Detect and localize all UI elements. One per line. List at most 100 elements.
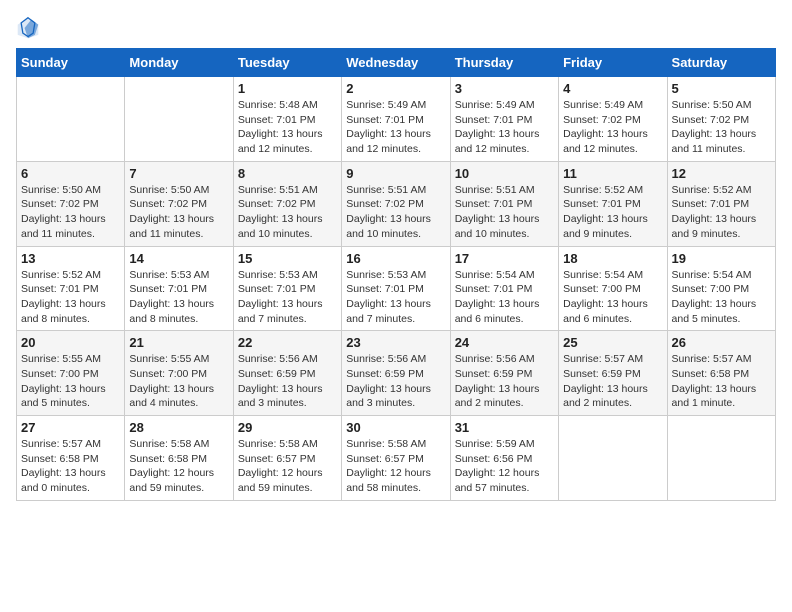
header-row: SundayMondayTuesdayWednesdayThursdayFrid…: [17, 49, 776, 77]
calendar-cell: 22Sunrise: 5:56 AM Sunset: 6:59 PM Dayli…: [233, 331, 341, 416]
calendar-cell: 19 Sunrise: 5:54 AM Sunset: 7:00 PM Dayli…: [667, 246, 775, 331]
day-info: Sunrise: 5:53 AM Sunset: 7:01 PM Dayligh…: [346, 268, 445, 327]
day-info: Sunrise: 5:56 AM Sunset: 6:59 PM Dayligh…: [238, 352, 337, 411]
day-info: Sunrise: 5:53 AM Sunset: 7:01 PM Dayligh…: [238, 268, 337, 327]
header-day: Friday: [559, 49, 667, 77]
calendar-body: 1 Sunrise: 5:48 AM Sunset: 7:01 PM Daylig…: [17, 77, 776, 501]
calendar-week: 1 Sunrise: 5:48 AM Sunset: 7:01 PM Daylig…: [17, 77, 776, 162]
calendar-week: 20Sunrise: 5:55 AM Sunset: 7:00 PM Dayli…: [17, 331, 776, 416]
day-number: 8: [238, 166, 337, 181]
day-number: 24: [455, 335, 554, 350]
calendar-cell: 27 Sunrise: 5:57 AM Sunset: 6:58 PM Dayli…: [17, 416, 125, 501]
day-info: Sunrise: 5:51 AM Sunset: 7:02 PM Dayligh…: [346, 183, 445, 242]
calendar-week: 13 Sunrise: 5:52 AM Sunset: 7:01 PM Dayli…: [17, 246, 776, 331]
day-info: Sunrise: 5:57 AM Sunset: 6:59 PM Dayligh…: [563, 352, 662, 411]
day-info: Sunrise: 5:54 AM Sunset: 7:00 PM Dayligh…: [672, 268, 771, 327]
day-number: 25: [563, 335, 662, 350]
calendar-cell: 20Sunrise: 5:55 AM Sunset: 7:00 PM Dayli…: [17, 331, 125, 416]
day-number: 17: [455, 251, 554, 266]
calendar-cell: 25 Sunrise: 5:57 AM Sunset: 6:59 PM Dayli…: [559, 331, 667, 416]
calendar-cell: 4 Sunrise: 5:49 AM Sunset: 7:02 PM Daylig…: [559, 77, 667, 162]
day-number: 23: [346, 335, 445, 350]
day-number: 9: [346, 166, 445, 181]
day-number: 10: [455, 166, 554, 181]
calendar-cell: 7 Sunrise: 5:50 AM Sunset: 7:02 PM Daylig…: [125, 161, 233, 246]
calendar-cell: 29 Sunrise: 5:58 AM Sunset: 6:57 PM Dayli…: [233, 416, 341, 501]
header-day: Thursday: [450, 49, 558, 77]
day-number: 13: [21, 251, 120, 266]
logo-icon: [16, 16, 40, 40]
day-number: 11: [563, 166, 662, 181]
calendar-cell: 5 Sunrise: 5:50 AM Sunset: 7:02 PM Daylig…: [667, 77, 775, 162]
day-info: Sunrise: 5:56 AM Sunset: 6:59 PM Dayligh…: [455, 352, 554, 411]
calendar-cell: 17 Sunrise: 5:54 AM Sunset: 7:01 PM Dayli…: [450, 246, 558, 331]
calendar-cell: [17, 77, 125, 162]
day-info: Sunrise: 5:58 AM Sunset: 6:57 PM Dayligh…: [346, 437, 445, 496]
calendar-cell: 23Sunrise: 5:56 AM Sunset: 6:59 PM Dayli…: [342, 331, 450, 416]
header-day: Tuesday: [233, 49, 341, 77]
logo: [16, 16, 44, 40]
day-info: Sunrise: 5:53 AM Sunset: 7:01 PM Dayligh…: [129, 268, 228, 327]
header-day: Wednesday: [342, 49, 450, 77]
day-info: Sunrise: 5:51 AM Sunset: 7:01 PM Dayligh…: [455, 183, 554, 242]
day-number: 21: [129, 335, 228, 350]
day-info: Sunrise: 5:49 AM Sunset: 7:01 PM Dayligh…: [455, 98, 554, 157]
day-number: 26: [672, 335, 771, 350]
day-info: Sunrise: 5:50 AM Sunset: 7:02 PM Dayligh…: [672, 98, 771, 157]
day-number: 7: [129, 166, 228, 181]
calendar-cell: [125, 77, 233, 162]
calendar-cell: 28 Sunrise: 5:58 AM Sunset: 6:58 PM Dayli…: [125, 416, 233, 501]
day-number: 29: [238, 420, 337, 435]
calendar-cell: 14 Sunrise: 5:53 AM Sunset: 7:01 PM Dayli…: [125, 246, 233, 331]
day-info: Sunrise: 5:50 AM Sunset: 7:02 PM Dayligh…: [129, 183, 228, 242]
calendar-cell: 10 Sunrise: 5:51 AM Sunset: 7:01 PM Dayli…: [450, 161, 558, 246]
calendar-week: 27 Sunrise: 5:57 AM Sunset: 6:58 PM Dayli…: [17, 416, 776, 501]
day-info: Sunrise: 5:59 AM Sunset: 6:56 PM Dayligh…: [455, 437, 554, 496]
calendar-cell: 6Sunrise: 5:50 AM Sunset: 7:02 PM Daylig…: [17, 161, 125, 246]
day-number: 5: [672, 81, 771, 96]
day-info: Sunrise: 5:54 AM Sunset: 7:00 PM Dayligh…: [563, 268, 662, 327]
day-number: 12: [672, 166, 771, 181]
day-number: 14: [129, 251, 228, 266]
calendar-cell: [559, 416, 667, 501]
day-info: Sunrise: 5:51 AM Sunset: 7:02 PM Dayligh…: [238, 183, 337, 242]
day-number: 19: [672, 251, 771, 266]
day-number: 27: [21, 420, 120, 435]
day-number: 16: [346, 251, 445, 266]
day-info: Sunrise: 5:54 AM Sunset: 7:01 PM Dayligh…: [455, 268, 554, 327]
calendar-cell: 9 Sunrise: 5:51 AM Sunset: 7:02 PM Daylig…: [342, 161, 450, 246]
calendar-week: 6Sunrise: 5:50 AM Sunset: 7:02 PM Daylig…: [17, 161, 776, 246]
calendar-cell: 16 Sunrise: 5:53 AM Sunset: 7:01 PM Dayli…: [342, 246, 450, 331]
calendar-cell: 8 Sunrise: 5:51 AM Sunset: 7:02 PM Daylig…: [233, 161, 341, 246]
day-number: 15: [238, 251, 337, 266]
day-info: Sunrise: 5:50 AM Sunset: 7:02 PM Dayligh…: [21, 183, 120, 242]
day-number: 31: [455, 420, 554, 435]
day-info: Sunrise: 5:49 AM Sunset: 7:02 PM Dayligh…: [563, 98, 662, 157]
calendar-cell: 31 Sunrise: 5:59 AM Sunset: 6:56 PM Dayli…: [450, 416, 558, 501]
calendar-header: SundayMondayTuesdayWednesdayThursdayFrid…: [17, 49, 776, 77]
day-info: Sunrise: 5:58 AM Sunset: 6:57 PM Dayligh…: [238, 437, 337, 496]
day-number: 1: [238, 81, 337, 96]
day-number: 18: [563, 251, 662, 266]
calendar-cell: 30Sunrise: 5:58 AM Sunset: 6:57 PM Dayli…: [342, 416, 450, 501]
day-number: 4: [563, 81, 662, 96]
day-info: Sunrise: 5:52 AM Sunset: 7:01 PM Dayligh…: [21, 268, 120, 327]
day-info: Sunrise: 5:58 AM Sunset: 6:58 PM Dayligh…: [129, 437, 228, 496]
calendar-cell: 24 Sunrise: 5:56 AM Sunset: 6:59 PM Dayli…: [450, 331, 558, 416]
calendar-cell: 21 Sunrise: 5:55 AM Sunset: 7:00 PM Dayli…: [125, 331, 233, 416]
calendar-cell: 15 Sunrise: 5:53 AM Sunset: 7:01 PM Dayli…: [233, 246, 341, 331]
day-info: Sunrise: 5:57 AM Sunset: 6:58 PM Dayligh…: [21, 437, 120, 496]
day-number: 28: [129, 420, 228, 435]
header-day: Monday: [125, 49, 233, 77]
calendar-cell: 1 Sunrise: 5:48 AM Sunset: 7:01 PM Daylig…: [233, 77, 341, 162]
calendar-cell: 18 Sunrise: 5:54 AM Sunset: 7:00 PM Dayli…: [559, 246, 667, 331]
day-info: Sunrise: 5:48 AM Sunset: 7:01 PM Dayligh…: [238, 98, 337, 157]
day-info: Sunrise: 5:49 AM Sunset: 7:01 PM Dayligh…: [346, 98, 445, 157]
page-header: [16, 16, 776, 40]
calendar-cell: [667, 416, 775, 501]
calendar-cell: 26Sunrise: 5:57 AM Sunset: 6:58 PM Dayli…: [667, 331, 775, 416]
day-info: Sunrise: 5:55 AM Sunset: 7:00 PM Dayligh…: [129, 352, 228, 411]
day-info: Sunrise: 5:52 AM Sunset: 7:01 PM Dayligh…: [563, 183, 662, 242]
day-number: 3: [455, 81, 554, 96]
header-day: Saturday: [667, 49, 775, 77]
